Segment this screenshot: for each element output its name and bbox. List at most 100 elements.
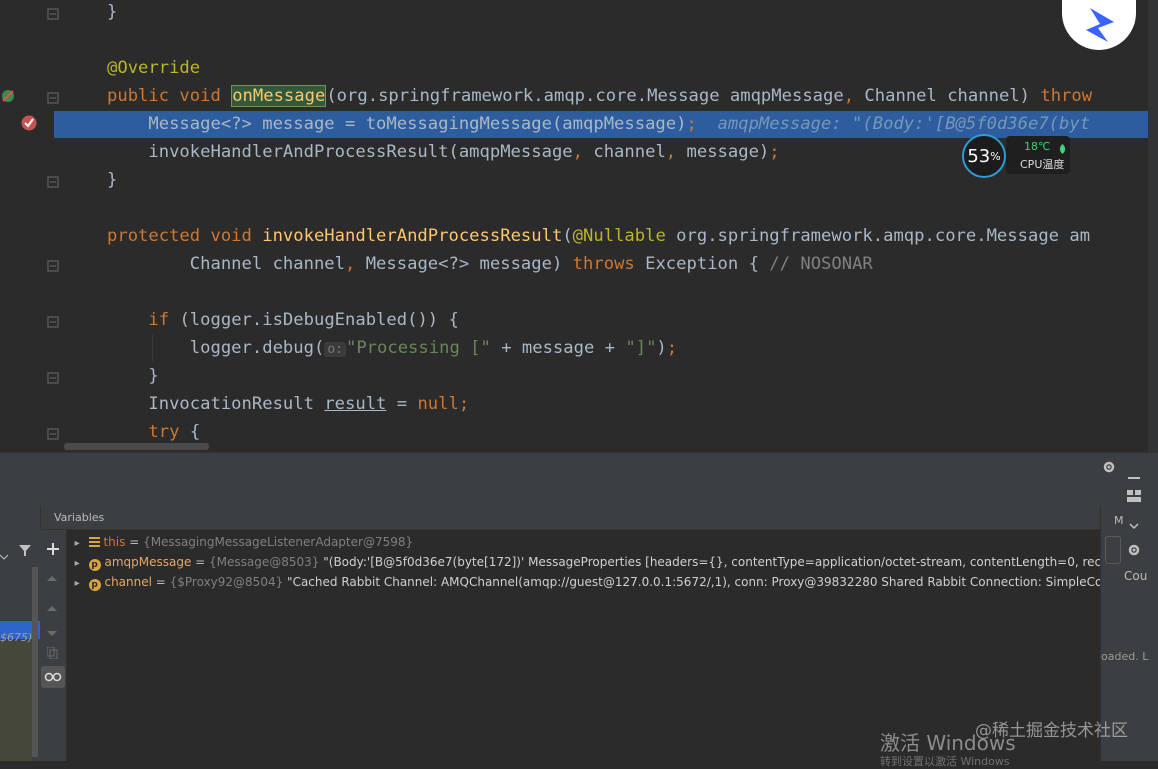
breakpoint-icon[interactable]	[20, 114, 38, 136]
cpu-percent: 53	[967, 145, 991, 167]
field-list-icon	[88, 533, 100, 547]
minimize-icon[interactable]	[1128, 465, 1140, 484]
code-token: (logger.isDebugEnabled()) {	[179, 310, 459, 330]
gear-icon[interactable]	[1102, 459, 1116, 478]
loaded-text: oaded. L	[1101, 650, 1149, 663]
code-token: invokeHandlerAndProcessResult	[262, 226, 563, 246]
frames-pane[interactable]: $675)	[0, 506, 41, 761]
frames-scrollbar[interactable]	[32, 567, 38, 757]
add-watch-icon[interactable]	[47, 540, 59, 559]
expand-arrow-icon[interactable]: ▸	[75, 554, 89, 572]
code-token: Exception {	[645, 254, 770, 274]
code-line[interactable]: Channel channel, Message<?> message) thr…	[107, 250, 873, 278]
debug-panel[interactable]: $675) Variables ▸ this = {MessagingMessa…	[0, 452, 1158, 761]
code-token: }	[107, 2, 118, 22]
variables-header: Variables	[42, 506, 1100, 530]
code-token: ;	[769, 142, 780, 162]
code-token: }	[107, 366, 159, 386]
code-line[interactable]: }	[107, 166, 117, 194]
variable-value: "(Body:'[B@5f0d36e7(byte[172])' MessageP…	[319, 555, 1100, 569]
variable-row[interactable]: ▸ p amqpMessage = {Message@8503} "(Body:'…	[67, 552, 1100, 572]
variable-row[interactable]: ▸ p channel = {$Proxy92@8504} "Cached Rab…	[67, 572, 1100, 592]
code-token: ,	[843, 86, 865, 106]
code-token: amqpMessage: "(Body:'[B@5f0d36e7(byt	[696, 114, 1091, 134]
site-watermark: @稀土掘金技术社区	[975, 721, 1128, 741]
code-token: try	[148, 422, 190, 442]
code-token: throw	[1040, 86, 1093, 106]
expand-arrow-icon[interactable]: ▸	[75, 534, 89, 552]
chevron-up-icon[interactable]	[47, 598, 57, 617]
code-token: }	[107, 170, 118, 190]
code-token: "]"	[625, 338, 657, 358]
code-token: throws	[572, 254, 646, 274]
frame-list[interactable]	[0, 641, 32, 761]
code-token: org.springframework.amqp.core.Message am	[676, 226, 1091, 246]
code-line[interactable]: @Override	[107, 54, 200, 82]
chevron-up-icon[interactable]	[47, 568, 57, 587]
code-token: =	[386, 394, 418, 414]
chevron-down-icon[interactable]	[1129, 515, 1139, 534]
variable-type: {Message@8503}	[209, 555, 320, 569]
variable-eq: =	[191, 555, 210, 569]
glasses-icon[interactable]	[41, 666, 65, 688]
code-line[interactable]: }	[107, 0, 117, 26]
code-line[interactable]: }	[107, 362, 159, 390]
fold-marker[interactable]	[47, 174, 60, 188]
code-token: null;	[417, 394, 470, 414]
cpu-monitor-widget: 53% 18℃ CPU温度	[962, 134, 1074, 178]
code-token: {	[189, 422, 201, 442]
count-label: Cou	[1124, 569, 1148, 583]
code-token: (	[562, 226, 573, 246]
code-line[interactable]: protected void invokeHandlerAndProcessRe…	[107, 222, 1090, 250]
variable-eq: =	[151, 575, 170, 589]
filter-icon[interactable]	[18, 542, 32, 561]
watch-input[interactable]	[1105, 536, 1121, 564]
editor-gutter[interactable]	[0, 0, 64, 452]
code-line[interactable]: Message<?> message = toMessagingMessage(…	[107, 110, 1090, 138]
code-token: Message<?> message = toMessagingMessage(…	[107, 114, 687, 134]
variable-row[interactable]: ▸ this = {MessagingMessageListenerAdapte…	[67, 532, 1100, 552]
code-token: invokeHandlerAndProcessResult(amqpMessag…	[107, 142, 573, 162]
variable-value: "Cached Rabbit Channel: AMQChannel(amqp:…	[283, 575, 1100, 589]
right-tool-strip	[1148, 0, 1158, 452]
code-line[interactable]: InvocationResult result = null;	[107, 390, 469, 418]
variable-name: this	[103, 535, 126, 549]
code-token: "Processing ["	[345, 338, 502, 358]
code-line[interactable]: invokeHandlerAndProcessResult(amqpMessag…	[107, 138, 780, 166]
fold-marker[interactable]	[47, 426, 60, 440]
code-token: channel	[593, 142, 666, 162]
code-line[interactable]: public void onMessage(org.springframewor…	[107, 82, 1092, 110]
code-editor[interactable]: } @Override public void onMessage(org.spri…	[0, 0, 1158, 452]
code-token: + message +	[501, 338, 626, 358]
horizontal-scrollbar[interactable]	[64, 443, 209, 450]
code-token: message)	[686, 142, 770, 162]
code-token: onMessage	[231, 85, 327, 107]
fold-marker[interactable]	[47, 6, 60, 20]
code-token: logger.debug(	[107, 338, 325, 358]
parameter-icon: p	[88, 559, 101, 571]
implements-method-icon[interactable]	[0, 88, 16, 108]
code-line[interactable]: if (logger.isDebugEnabled()) {	[107, 306, 459, 334]
gear-icon[interactable]	[1127, 542, 1141, 561]
variable-eq: =	[125, 535, 144, 549]
code-token: ;	[686, 114, 697, 134]
chevron-down-icon[interactable]	[47, 622, 57, 641]
variables-toolbar	[40, 530, 67, 761]
fold-marker[interactable]	[47, 314, 60, 328]
code-token: protected void	[107, 226, 263, 246]
cpu-usage-ring: 53%	[962, 134, 1006, 178]
layout-icon[interactable]	[1127, 487, 1141, 506]
fold-marker[interactable]	[47, 90, 60, 104]
expand-arrow-icon[interactable]: ▸	[75, 574, 89, 592]
code-line[interactable]: try {	[107, 418, 200, 446]
code-line[interactable]: logger.debug(o: "Processing [" + message …	[107, 334, 677, 362]
chevron-down-icon[interactable]	[0, 546, 9, 565]
variables-title: Variables	[54, 511, 105, 524]
fold-marker[interactable]	[47, 370, 60, 384]
fold-marker[interactable]	[47, 258, 60, 272]
variable-name: channel	[104, 575, 152, 589]
code-token: if	[148, 310, 180, 330]
code-token: o:	[324, 342, 346, 357]
copy-icon[interactable]	[46, 644, 58, 663]
